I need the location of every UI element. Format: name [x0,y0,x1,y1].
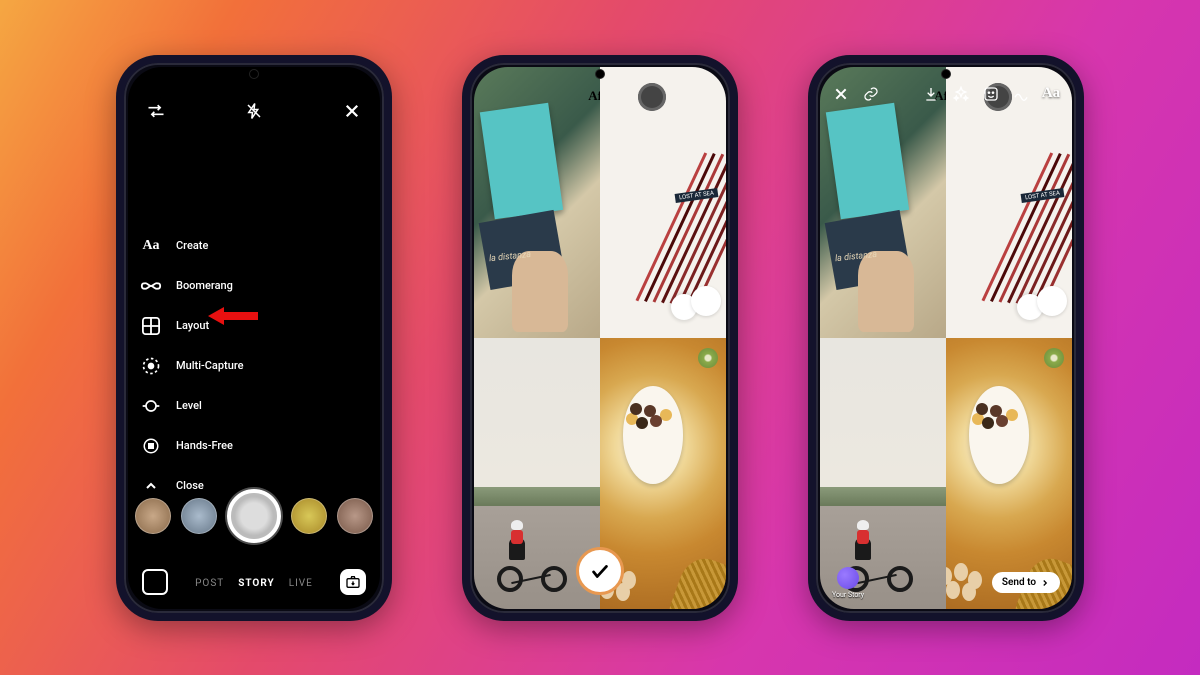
your-story-avatar [837,567,859,589]
multicapture-icon [140,355,162,377]
shutter-button[interactable] [227,489,281,543]
your-story-label: Your Story [832,591,864,599]
menu-label: Layout [176,319,209,332]
screen-1: Aa Create Boomerang Layout Multi-Capture… [128,67,380,609]
collage-cell-1: Aff [820,67,946,338]
filter-carousel[interactable] [128,489,380,543]
tab-post[interactable]: POST [195,578,224,589]
menu-item-create[interactable]: Aa Create [140,235,244,257]
filter-thumb[interactable] [337,498,373,534]
menu-label: Create [176,239,208,252]
collage-cell-1[interactable]: Aff [474,67,600,338]
filter-thumb[interactable] [181,498,217,534]
phone-2-layout-filled: Aff LOST AT SEA [462,55,738,621]
top-bar [128,97,380,125]
story-tools-menu: Aa Create Boomerang Layout Multi-Capture… [140,235,244,497]
close-icon[interactable] [828,81,854,107]
filter-thumb[interactable] [135,498,171,534]
menu-label: Multi-Capture [176,359,244,372]
gallery-button[interactable] [142,569,168,595]
front-camera-dot [595,69,605,79]
screen-3: Aff LOST AT SEA [820,67,1072,609]
draw-icon[interactable] [1008,81,1034,107]
layout-collage-grid: Aff LOST AT SEA [820,67,1072,609]
front-camera-dot [941,69,951,79]
book-spine-label: LOST AT SEA [1021,188,1065,203]
menu-item-level[interactable]: Level [140,395,244,417]
effects-icon[interactable] [948,81,974,107]
close-icon[interactable] [338,97,366,125]
menu-item-handsfree[interactable]: Hands-Free [140,435,244,457]
infinity-icon [140,275,162,297]
tab-live[interactable]: LIVE [289,578,313,589]
switch-camera-button[interactable] [340,569,366,595]
level-icon [140,395,162,417]
menu-item-boomerang[interactable]: Boomerang [140,275,244,297]
your-story-button[interactable]: Your Story [832,567,864,599]
settings-icon[interactable] [142,97,170,125]
annotation-arrow [208,305,258,331]
confirm-check-button[interactable] [576,547,624,595]
link-icon[interactable] [858,81,884,107]
phone-1-story-camera: Aa Create Boomerang Layout Multi-Capture… [116,55,392,621]
tab-story[interactable]: STORY [238,578,274,589]
collage-cell-2[interactable]: LOST AT SEA [600,67,726,338]
sticker-icon[interactable] [978,81,1004,107]
book-spine-label: LOST AT SEA [675,188,719,203]
front-camera-dot [249,69,259,79]
menu-label: Boomerang [176,279,233,292]
menu-item-multicapture[interactable]: Multi-Capture [140,355,244,377]
screen-2: Aff LOST AT SEA [474,67,726,609]
magazine-text: Aff [588,88,600,104]
text-icon[interactable]: Aa [1038,81,1064,107]
flash-off-icon[interactable] [240,97,268,125]
menu-label: Hands-Free [176,439,233,452]
send-to-label: Send to [1002,577,1036,588]
menu-label: Level [176,399,202,412]
handsfree-icon [140,435,162,457]
collage-cell-2: LOST AT SEA [946,67,1072,338]
layout-icon [140,315,162,337]
download-icon[interactable] [918,81,944,107]
layout-collage-grid: Aff LOST AT SEA [474,67,726,609]
editor-toolbar: Aa [820,81,1072,107]
phone-3-story-editor: Aff LOST AT SEA [808,55,1084,621]
share-bar: Your Story Send to [820,567,1072,599]
filter-thumb[interactable] [291,498,327,534]
send-to-button[interactable]: Send to [992,572,1060,593]
text-icon: Aa [140,235,162,257]
